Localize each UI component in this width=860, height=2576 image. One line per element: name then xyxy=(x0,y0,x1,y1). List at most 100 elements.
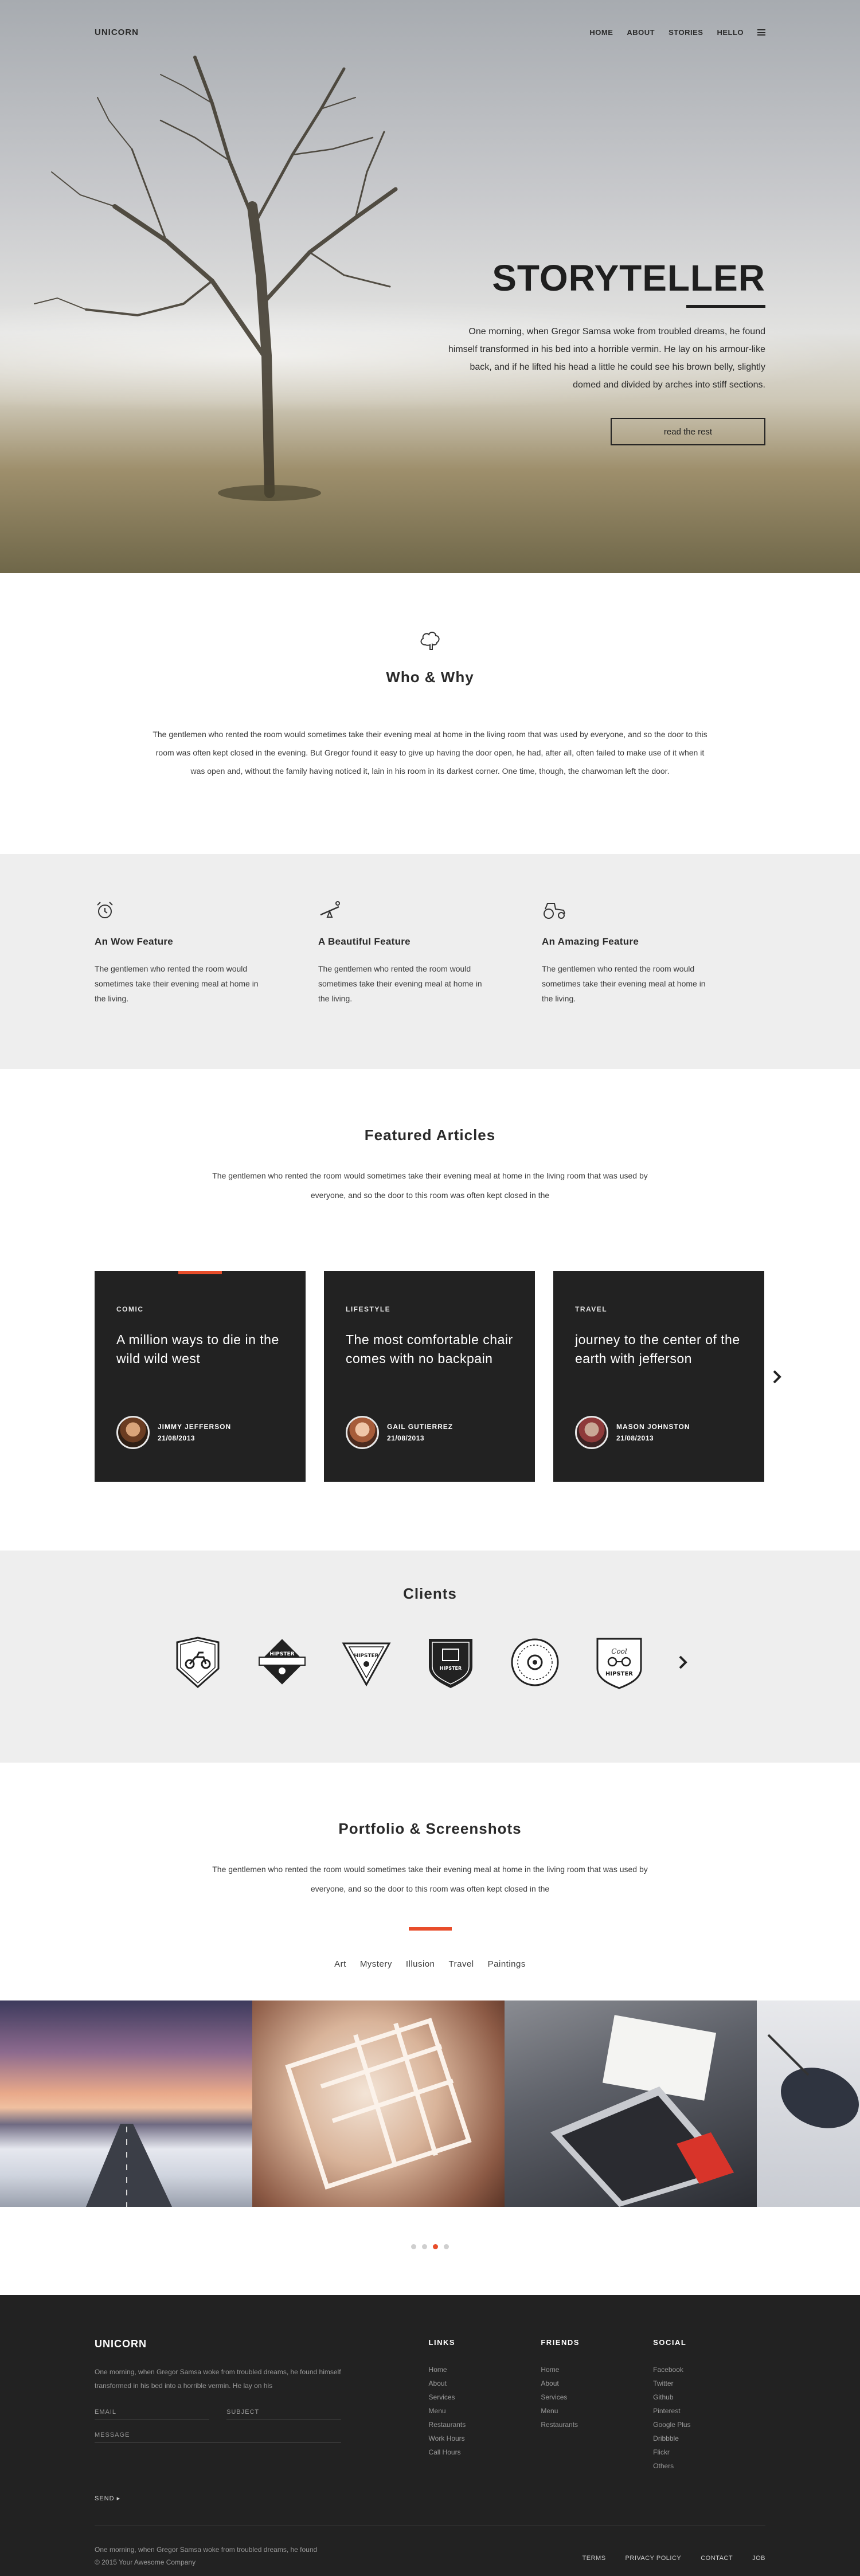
footer-column-title: FRIENDS xyxy=(541,2338,580,2347)
hero-title: STORYTELLER xyxy=(492,257,765,299)
email-field[interactable] xyxy=(95,2404,209,2420)
article-card[interactable]: LIFESTYLE The most comfortable chair com… xyxy=(324,1271,535,1482)
hero-description: One morning, when Gregor Samsa woke from… xyxy=(448,327,765,390)
pagination-dot[interactable] xyxy=(444,2244,449,2249)
circle-seal-badge-icon[interactable] xyxy=(509,1634,561,1690)
footer-link[interactable]: Others xyxy=(653,2459,765,2473)
chevron-right-icon[interactable] xyxy=(677,1654,689,1671)
article-title[interactable]: A million ways to die in the wild wild w… xyxy=(116,1330,284,1368)
article-title[interactable]: The most comfortable chair comes with no… xyxy=(346,1330,513,1368)
portfolio-photo-jewelry-box[interactable] xyxy=(252,2000,505,2207)
filter-art[interactable]: Art xyxy=(334,1959,346,1969)
hipster-diamond-badge-icon[interactable]: HIPSTER xyxy=(256,1634,308,1690)
footer-link[interactable]: Services xyxy=(429,2390,541,2404)
pagination-dot-active[interactable] xyxy=(433,2244,438,2249)
footer-logo[interactable]: UNICORN xyxy=(95,2338,429,2350)
motorbike-badge-icon[interactable] xyxy=(171,1634,224,1690)
footer-social-column: SOCIAL Facebook Twitter Github Pinterest… xyxy=(653,2338,765,2502)
nav-home[interactable]: HOME xyxy=(589,28,613,37)
hamburger-menu-icon[interactable] xyxy=(757,29,765,36)
hipster-shield-badge-icon[interactable]: HIPSTER xyxy=(424,1634,477,1690)
footer-link[interactable]: Home xyxy=(541,2363,653,2377)
author-name: MASON JOHNSTON xyxy=(616,1423,690,1431)
article-cards: COMIC A million ways to die in the wild … xyxy=(95,1271,781,1482)
hero-divider xyxy=(686,305,765,308)
footer-link[interactable]: Restaurants xyxy=(541,2418,653,2432)
footer-link[interactable]: Work Hours xyxy=(429,2432,541,2445)
footer-link[interactable]: Home xyxy=(429,2363,541,2377)
filter-mystery[interactable]: Mystery xyxy=(360,1959,392,1969)
svg-text:HIPSTER: HIPSTER xyxy=(440,1666,462,1671)
article-category: TRAVEL xyxy=(575,1305,608,1313)
feature-title: An Wow Feature xyxy=(95,936,174,947)
portfolio-intro: The gentlemen who rented the room would … xyxy=(212,1865,648,1893)
send-button[interactable]: SEND ▸ xyxy=(95,2495,429,2502)
filter-illusion[interactable]: Illusion xyxy=(406,1959,435,1969)
footer-column-title: SOCIAL xyxy=(653,2338,687,2347)
alarm-clock-icon xyxy=(97,902,113,918)
portfolio-title: Portfolio & Screenshots xyxy=(338,1820,522,1837)
feature-item: An Wow Feature The gentlemen who rented … xyxy=(95,900,318,1006)
portfolio-photo-sunglasses[interactable] xyxy=(757,2000,860,2207)
feature-text: The gentlemen who rented the room would … xyxy=(95,964,259,1003)
footer-link[interactable]: Pinterest xyxy=(653,2404,765,2418)
footer-link[interactable]: Call Hours xyxy=(429,2445,541,2459)
footer-friends-column: FRIENDS Home About Services Menu Restaur… xyxy=(541,2338,653,2502)
footer-privacy-link[interactable]: PRIVACY POLICY xyxy=(626,2555,682,2576)
footer-contact-link[interactable]: CONTACT xyxy=(701,2555,733,2576)
feature-item: A Beautiful Feature The gentlemen who re… xyxy=(318,900,542,1006)
footer-bottom-text: One morning, when Gregor Samsa woke from… xyxy=(95,2546,318,2554)
tractor-icon xyxy=(544,903,565,919)
footer-terms-link[interactable]: TERMS xyxy=(583,2555,606,2576)
message-field[interactable] xyxy=(95,2427,341,2443)
footer-link[interactable]: Services xyxy=(541,2390,653,2404)
clients-section: Clients HIPSTER HIPSTER HIPSTER Cool HIPS… xyxy=(0,1551,860,1763)
footer-link[interactable]: Flickr xyxy=(653,2445,765,2459)
footer-link[interactable]: Github xyxy=(653,2390,765,2404)
portfolio-photo-road[interactable] xyxy=(0,2000,252,2207)
article-title[interactable]: journey to the center of the earth with … xyxy=(575,1330,742,1368)
pagination-dot[interactable] xyxy=(422,2244,427,2249)
avatar xyxy=(116,1416,150,1449)
author-name: GAIL GUTIERREZ xyxy=(387,1423,454,1431)
filter-paintings[interactable]: Paintings xyxy=(488,1959,526,1969)
article-card[interactable]: TRAVEL journey to the center of the eart… xyxy=(553,1271,764,1482)
nav-stories[interactable]: STORIES xyxy=(669,28,703,37)
portfolio-photo-laptop[interactable] xyxy=(505,2000,757,2207)
footer-link[interactable]: Menu xyxy=(541,2404,653,2418)
footer-about: UNICORN One morning, when Gregor Samsa w… xyxy=(95,2338,429,2502)
footer-link[interactable]: About xyxy=(541,2377,653,2390)
article-card[interactable]: COMIC A million ways to die in the wild … xyxy=(95,1271,306,1482)
portfolio-gallery xyxy=(0,2000,860,2207)
subject-field[interactable] xyxy=(226,2404,341,2420)
portfolio-section: Portfolio & Screenshots The gentlemen wh… xyxy=(0,1763,860,2295)
chevron-right-icon[interactable] xyxy=(771,1368,783,1385)
footer-link[interactable]: Restaurants xyxy=(429,2418,541,2432)
features-section: An Wow Feature The gentlemen who rented … xyxy=(0,854,860,1069)
footer-link[interactable]: About xyxy=(429,2377,541,2390)
footer-job-link[interactable]: JOB xyxy=(752,2555,765,2576)
pagination-dot[interactable] xyxy=(411,2244,416,2249)
footer-link[interactable]: Dribbble xyxy=(653,2432,765,2445)
who-why-section: Who & Why The gentlemen who rented the r… xyxy=(0,573,860,854)
nav-about[interactable]: ABOUT xyxy=(627,28,655,37)
hipster-glasses-badge-icon[interactable]: Cool HIPSTER xyxy=(593,1634,646,1690)
send-label: SEND xyxy=(95,2495,115,2502)
site-logo[interactable]: UNICORN xyxy=(95,28,139,37)
feature-title: A Beautiful Feature xyxy=(318,936,411,947)
footer-link[interactable]: Facebook xyxy=(653,2363,765,2377)
footer-link[interactable]: Menu xyxy=(429,2404,541,2418)
nav-hello[interactable]: HELLO xyxy=(717,28,744,37)
copyright: © 2015 Your Awesome Company xyxy=(95,2558,196,2566)
article-author: MASON JOHNSTON 21/08/2013 xyxy=(575,1416,690,1449)
article-date: 21/08/2013 xyxy=(616,1434,654,1442)
seesaw-icon xyxy=(320,901,340,918)
hipster-triangle-badge-icon[interactable]: HIPSTER xyxy=(340,1634,393,1690)
featured-articles-section: Featured Articles The gentlemen who rent… xyxy=(0,1069,860,1551)
footer-link[interactable]: Google Plus xyxy=(653,2418,765,2432)
gallery-pagination xyxy=(0,2244,860,2295)
filter-travel[interactable]: Travel xyxy=(449,1959,474,1969)
who-why-title: Who & Why xyxy=(386,668,474,686)
read-the-rest-button[interactable]: read the rest xyxy=(611,418,765,445)
footer-link[interactable]: Twitter xyxy=(653,2377,765,2390)
